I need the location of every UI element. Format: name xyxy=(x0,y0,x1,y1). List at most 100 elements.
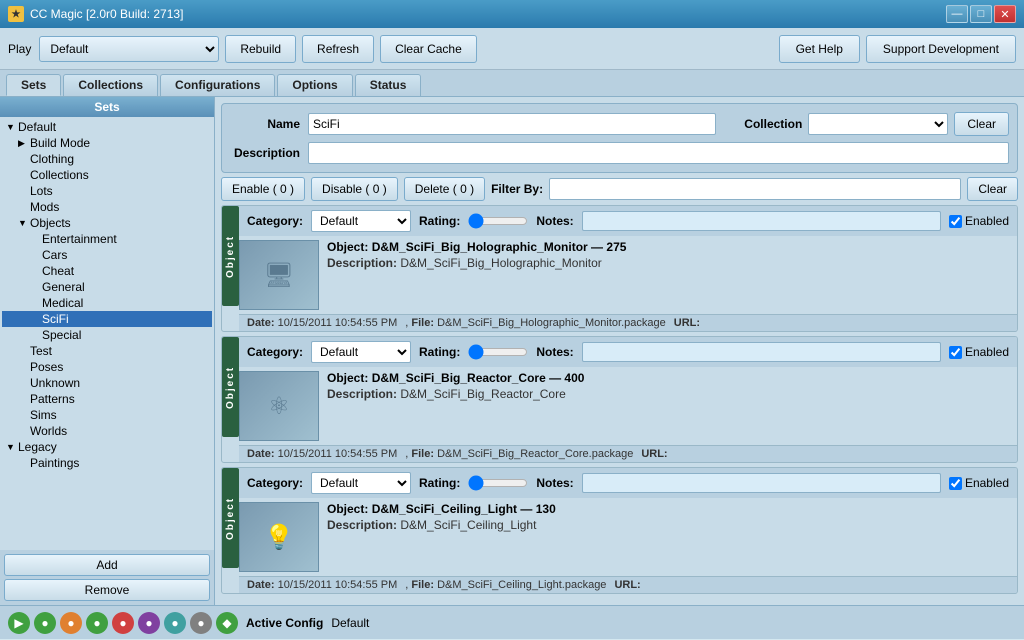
name-row: Name SciFi Collection Clear xyxy=(230,112,1009,136)
minimize-button[interactable]: — xyxy=(946,5,968,23)
rating-label-2: Rating: xyxy=(419,476,460,490)
object-card-2: Object Category: Default Rating: Notes: … xyxy=(221,467,1018,594)
status-icon-3[interactable]: ● xyxy=(60,612,82,634)
filter-input[interactable] xyxy=(549,178,961,200)
remove-button[interactable]: Remove xyxy=(4,579,210,601)
status-icon-7[interactable]: ● xyxy=(164,612,186,634)
title-bar-left: ★ CC Magic [2.0r0 Build: 2713] xyxy=(8,6,183,22)
sidebar-item-objects[interactable]: ▼Objects xyxy=(2,215,212,231)
object-name-0: Object: D&M_SciFi_Big_Holographic_Monito… xyxy=(327,240,1009,254)
rating-label-0: Rating: xyxy=(419,214,460,228)
status-icon-4[interactable]: ● xyxy=(86,612,108,634)
card-footer-1: Date: 10/15/2011 10:54:55 PM , File: D&M… xyxy=(239,445,1017,462)
enabled-check-1[interactable]: Enabled xyxy=(949,345,1009,359)
status-icons: ▶ ● ● ● ● ● ● ● ◆ xyxy=(8,612,238,634)
status-icon-8[interactable]: ● xyxy=(190,612,212,634)
app-icon: ★ xyxy=(8,6,24,22)
sidebar-item-test[interactable]: Test xyxy=(2,343,212,359)
tab-status[interactable]: Status xyxy=(355,74,422,96)
sidebar-item-medical[interactable]: Medical xyxy=(2,295,212,311)
collection-select[interactable] xyxy=(808,113,948,135)
collection-section: Collection Clear xyxy=(744,112,1009,136)
enabled-check-0[interactable]: Enabled xyxy=(949,214,1009,228)
category-select-0[interactable]: Default xyxy=(311,210,411,232)
notes-input-0[interactable] xyxy=(582,211,941,231)
maximize-button[interactable]: □ xyxy=(970,5,992,23)
tab-collections[interactable]: Collections xyxy=(63,74,158,96)
toolbar: Play Default Rebuild Refresh Clear Cache… xyxy=(0,28,1024,70)
sidebar-header: Sets xyxy=(0,97,214,117)
status-icon-2[interactable]: ● xyxy=(34,612,56,634)
rating-slider-0[interactable] xyxy=(468,213,528,229)
description-input[interactable] xyxy=(308,142,1009,164)
close-button[interactable]: ✕ xyxy=(994,5,1016,23)
sidebar-item-patterns[interactable]: Patterns xyxy=(2,391,212,407)
notes-input-1[interactable] xyxy=(582,342,941,362)
sidebar-buttons: Add Remove xyxy=(0,550,214,605)
clear-cache-button[interactable]: Clear Cache xyxy=(380,35,477,63)
tab-sets[interactable]: Sets xyxy=(6,74,61,96)
delete-button[interactable]: Delete ( 0 ) xyxy=(404,177,485,201)
sidebar-item-lots[interactable]: Lots xyxy=(2,183,212,199)
thumb-img-2: 💡 xyxy=(240,502,318,572)
collection-clear-button[interactable]: Clear xyxy=(954,112,1009,136)
sidebar-item-scifi[interactable]: SciFi xyxy=(2,311,212,327)
card-content-2: Category: Default Rating: Notes: Enabled… xyxy=(239,468,1017,593)
status-icon-9[interactable]: ◆ xyxy=(216,612,238,634)
sidebar-item-cars[interactable]: Cars xyxy=(2,247,212,263)
footer-date-2: Date: 10/15/2011 10:54:55 PM xyxy=(247,579,397,591)
card-body-2: 💡 Object: D&M_SciFi_Ceiling_Light — 130 … xyxy=(239,498,1017,576)
category-select-2[interactable]: Default xyxy=(311,472,411,494)
object-details-1: Object: D&M_SciFi_Big_Reactor_Core — 400… xyxy=(327,371,1009,441)
sidebar-item-cheat[interactable]: Cheat xyxy=(2,263,212,279)
object-desc-0: Description: D&M_SciFi_Big_Holographic_M… xyxy=(327,256,1009,270)
sidebar-item-clothing[interactable]: Clothing xyxy=(2,151,212,167)
object-details-2: Object: D&M_SciFi_Ceiling_Light — 130 De… xyxy=(327,502,1009,572)
sidebar-item-legacy[interactable]: ▼Legacy xyxy=(2,439,212,455)
support-button[interactable]: Support Development xyxy=(866,35,1016,63)
toolbar-right: Get Help Support Development xyxy=(779,35,1016,63)
sidebar-tree[interactable]: ▼Default ▶Build Mode Clothing Collection… xyxy=(0,117,214,550)
sidebar-item-poses[interactable]: Poses xyxy=(2,359,212,375)
thumb-img-1: ⚛ xyxy=(240,371,318,441)
card-header-2: Category: Default Rating: Notes: Enabled xyxy=(239,468,1017,498)
status-icon-5[interactable]: ● xyxy=(112,612,134,634)
tab-options[interactable]: Options xyxy=(277,74,352,96)
sidebar-item-unknown[interactable]: Unknown xyxy=(2,375,212,391)
sidebar-item-paintings[interactable]: Paintings xyxy=(2,455,212,471)
disable-button[interactable]: Disable ( 0 ) xyxy=(311,177,398,201)
status-icon-1[interactable]: ▶ xyxy=(8,612,30,634)
object-card-0: Object Category: Default Rating: Notes: … xyxy=(221,205,1018,332)
sidebar-item-collections[interactable]: Collections xyxy=(2,167,212,183)
refresh-button[interactable]: Refresh xyxy=(302,35,374,63)
footer-url-0: URL: xyxy=(674,317,700,329)
description-row: Description xyxy=(230,142,1009,164)
sidebar-item-build-mode[interactable]: ▶Build Mode xyxy=(2,135,212,151)
sidebar-item-sims[interactable]: Sims xyxy=(2,407,212,423)
category-select-1[interactable]: Default xyxy=(311,341,411,363)
sidebar-item-default[interactable]: ▼Default xyxy=(2,119,212,135)
sidebar-item-entertainment[interactable]: Entertainment xyxy=(2,231,212,247)
rating-slider-1[interactable] xyxy=(468,344,528,360)
rebuild-button[interactable]: Rebuild xyxy=(225,35,296,63)
tab-configurations[interactable]: Configurations xyxy=(160,74,275,96)
sidebar-item-special[interactable]: Special xyxy=(2,327,212,343)
play-select[interactable]: Default xyxy=(39,36,219,62)
footer-file-2: , File: D&M_SciFi_Ceiling_Light.package xyxy=(405,579,606,591)
status-icon-6[interactable]: ● xyxy=(138,612,160,634)
window-controls[interactable]: — □ ✕ xyxy=(946,5,1016,23)
add-button[interactable]: Add xyxy=(4,554,210,576)
enable-button[interactable]: Enable ( 0 ) xyxy=(221,177,305,201)
notes-label-2: Notes: xyxy=(536,476,573,490)
rating-slider-2[interactable] xyxy=(468,475,528,491)
sidebar-item-mods[interactable]: Mods xyxy=(2,199,212,215)
thumb-img-0: 🖥 xyxy=(240,240,318,310)
notes-input-2[interactable] xyxy=(582,473,941,493)
get-help-button[interactable]: Get Help xyxy=(779,35,860,63)
sidebar-item-worlds[interactable]: Worlds xyxy=(2,423,212,439)
enabled-check-2[interactable]: Enabled xyxy=(949,476,1009,490)
sidebar-item-general[interactable]: General xyxy=(2,279,212,295)
filter-clear-button[interactable]: Clear xyxy=(967,177,1018,201)
active-config-label: Active Config xyxy=(246,616,323,630)
name-input[interactable]: SciFi xyxy=(308,113,716,135)
